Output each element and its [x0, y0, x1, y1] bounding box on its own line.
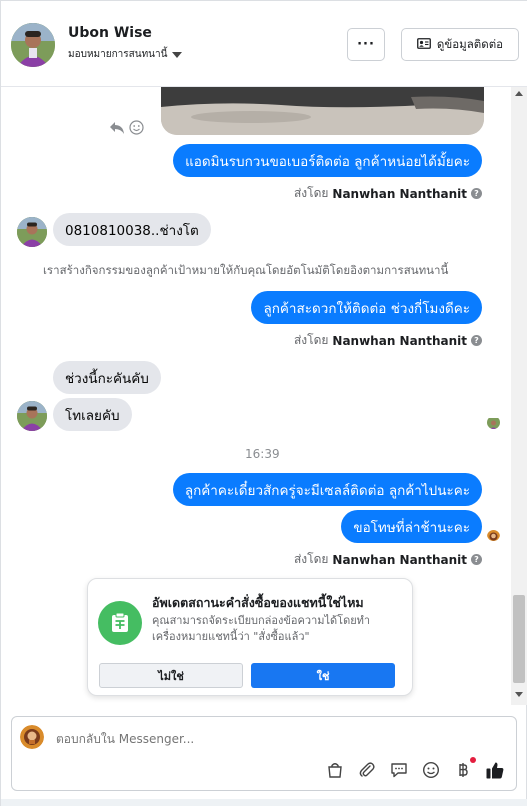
- inbox-conversation-panel: Ubon Wise มอบหมายการสนทนานี้ ··· ดูข้อมู…: [0, 0, 527, 806]
- sent-by-prefix: ส่งโดย: [293, 552, 329, 566]
- scroll-up-arrow-icon[interactable]: [515, 91, 523, 96]
- emoji-icon[interactable]: [421, 760, 441, 780]
- help-icon[interactable]: ?: [471, 335, 482, 346]
- order-status-prompt-card: อัพเดตสถานะคำสั่งซื้อของแชทนี้ใช่ไหม คุณ…: [87, 578, 413, 696]
- seen-avatar-icon: [487, 528, 500, 541]
- contact-card-icon: [417, 37, 431, 52]
- message-incoming[interactable]: 0810810038..ช่างโต: [53, 213, 211, 246]
- reply-icon[interactable]: [109, 121, 125, 139]
- sent-by-line: ส่งโดย Nanwhan Nanthanit ?: [294, 331, 482, 350]
- contact-avatar-small[interactable]: [17, 401, 47, 431]
- more-icon: ···: [357, 37, 375, 52]
- message-input[interactable]: [56, 732, 476, 746]
- order-icon: [98, 601, 142, 645]
- message-outgoing[interactable]: ลูกค้าสะดวกให้ติดต่อ ช่วงกี่โมงดีคะ: [251, 291, 482, 324]
- like-icon[interactable]: [485, 760, 505, 780]
- yes-button[interactable]: ใช่: [251, 663, 395, 688]
- contact-avatar-small[interactable]: [17, 217, 47, 247]
- system-note: เราสร้างกิจกรรมของลูกค้าเป้าหมายให้กับคุ…: [43, 263, 449, 277]
- attach-icon[interactable]: [357, 760, 377, 780]
- sender-name: Nanwhan Nanthanit: [332, 333, 467, 348]
- card-title: อัพเดตสถานะคำสั่งซื้อของแชทนี้ใช่ไหม: [152, 595, 364, 610]
- baht-icon[interactable]: [453, 757, 476, 780]
- shop-icon[interactable]: [325, 760, 345, 780]
- reply-composer: [11, 716, 517, 791]
- contact-name: Ubon Wise: [68, 25, 152, 41]
- conversation-header: Ubon Wise มอบหมายการสนทนานี้ ··· ดูข้อมู…: [1, 1, 527, 87]
- message-actions: [109, 120, 144, 139]
- sent-by-line: ส่งโดย Nanwhan Nanthanit ?: [294, 550, 482, 569]
- more-button[interactable]: ···: [347, 28, 385, 61]
- page-avatar: [20, 725, 44, 749]
- sent-by-line: ส่งโดย Nanwhan Nanthanit ?: [294, 184, 482, 203]
- chevron-down-icon: [172, 51, 183, 58]
- seen-avatar-icon: [487, 416, 500, 429]
- sender-name: Nanwhan Nanthanit: [332, 552, 467, 567]
- message-timestamp: 16:39: [245, 447, 280, 461]
- shared-photo-message[interactable]: [161, 87, 484, 135]
- help-icon[interactable]: ?: [471, 188, 482, 199]
- notification-dot: [470, 757, 476, 763]
- message-outgoing[interactable]: ลูกค้าคะเดี๋ยวสักครู่จะมีเซลล์ติดต่อ ลูก…: [172, 473, 482, 506]
- assign-label: มอบหมายการสนทนานี้: [68, 49, 168, 60]
- contact-avatar[interactable]: [11, 23, 55, 67]
- message-outgoing[interactable]: ขอโทษที่ล่าช้านะคะ: [341, 510, 482, 543]
- no-button[interactable]: ไม่ใช่: [99, 663, 243, 688]
- help-icon[interactable]: ?: [471, 554, 482, 565]
- smile-icon[interactable]: [129, 120, 144, 139]
- message-outgoing[interactable]: แอดมินรบกวนขอเบอร์ติดต่อ ลูกค้าหน่อยได้ม…: [173, 144, 482, 177]
- message-incoming[interactable]: ช่วงนี้กะคันคับ: [53, 361, 161, 394]
- composer-toolbar: [325, 757, 505, 780]
- sent-by-prefix: ส่งโดย: [293, 186, 329, 200]
- scroll-down-arrow-icon[interactable]: [515, 692, 523, 697]
- view-contact-button[interactable]: ดูข้อมูลติดต่อ: [401, 28, 519, 61]
- saved-reply-icon[interactable]: [389, 760, 409, 780]
- view-contact-label: ดูข้อมูลติดต่อ: [436, 36, 504, 51]
- assign-conversation-dropdown[interactable]: มอบหมายการสนทนานี้: [68, 47, 183, 62]
- card-body: คุณสามารถจัดระเบียบกล่องข้อความได้โดยทำเ…: [152, 614, 371, 643]
- sender-name: Nanwhan Nanthanit: [332, 186, 467, 201]
- message-incoming[interactable]: โทเลยคับ: [53, 398, 132, 431]
- sent-by-prefix: ส่งโดย: [293, 333, 329, 347]
- bottom-strip: [1, 799, 527, 806]
- scrollbar-thumb[interactable]: [513, 595, 525, 683]
